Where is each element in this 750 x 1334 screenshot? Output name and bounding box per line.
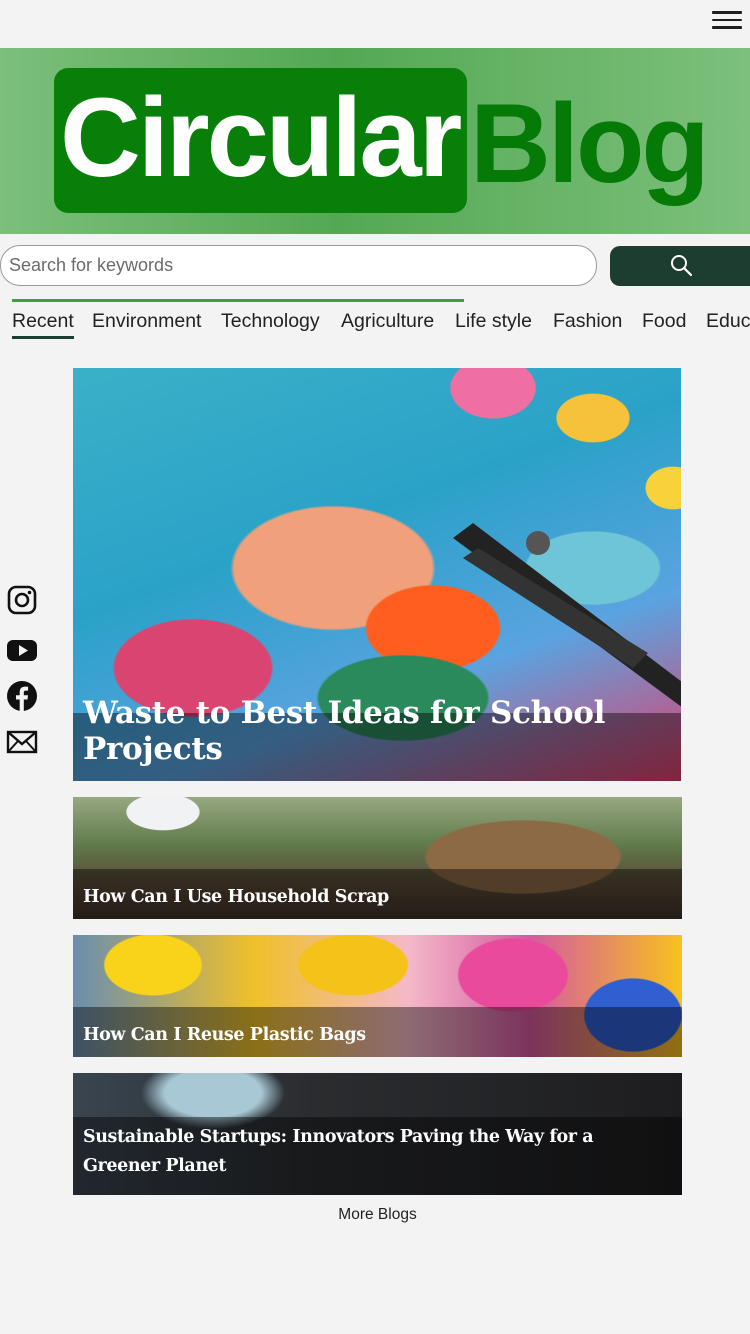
scissors-illustration — [453, 523, 681, 707]
post-title[interactable]: Sustainable Startups: Innovators Paving … — [83, 1123, 643, 1181]
post-card[interactable]: How Can I Use Household Scrap — [73, 797, 682, 919]
logo-text-blog[interactable]: Blog — [470, 88, 710, 200]
post-title[interactable]: How Can I Use Household Scrap — [83, 887, 389, 907]
category-divider — [12, 299, 464, 302]
post-card[interactable]: Sustainable Startups: Innovators Paving … — [73, 1073, 682, 1195]
search-button[interactable] — [610, 246, 750, 286]
hamburger-menu-icon[interactable] — [712, 6, 742, 36]
email-icon[interactable] — [6, 726, 38, 758]
top-bar — [0, 0, 750, 48]
search-icon — [671, 255, 693, 277]
more-blogs-link[interactable]: More Blogs — [0, 1206, 750, 1224]
tab-agriculture[interactable]: Agriculture — [341, 310, 434, 333]
site-banner: Circular Blog — [0, 48, 750, 234]
search-input[interactable] — [0, 245, 597, 286]
post-title[interactable]: How Can I Reuse Plastic Bags — [83, 1025, 366, 1045]
post-card[interactable]: How Can I Reuse Plastic Bags — [73, 935, 682, 1057]
featured-post-card[interactable]: Waste to Best Ideas for School Projects — [73, 368, 681, 781]
tab-life-style[interactable]: Life style — [455, 310, 532, 333]
facebook-icon[interactable] — [6, 680, 38, 712]
logo-text-circular[interactable]: Circular — [60, 82, 462, 194]
tab-environment[interactable]: Environment — [92, 310, 201, 333]
tab-food[interactable]: Food — [642, 310, 686, 333]
instagram-icon[interactable] — [6, 584, 38, 616]
tab-education[interactable]: Educ — [706, 310, 750, 333]
category-tabs: Recent Environment Technology Agricultur… — [0, 310, 750, 342]
tab-fashion[interactable]: Fashion — [553, 310, 622, 333]
tab-recent[interactable]: Recent — [12, 310, 74, 339]
youtube-icon[interactable] — [6, 634, 38, 666]
featured-post-title[interactable]: Waste to Best Ideas for School Projects — [83, 695, 681, 767]
tab-technology[interactable]: Technology — [221, 310, 320, 333]
